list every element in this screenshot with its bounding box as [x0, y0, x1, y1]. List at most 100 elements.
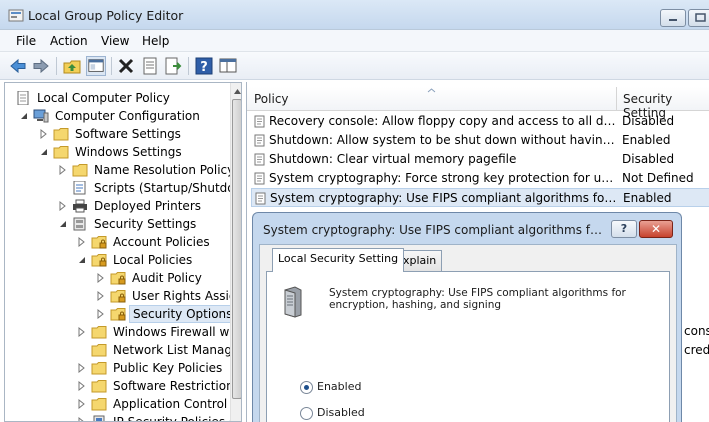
policy-row-selected[interactable]: System cryptography: Use FIPS compliant … — [251, 188, 709, 207]
menu-file[interactable]: File — [16, 34, 36, 48]
column-divider[interactable] — [616, 87, 617, 111]
properties-dialog: System cryptography: Use FIPS compliant … — [252, 212, 682, 422]
truncated-row-text: crede — [684, 343, 709, 357]
menu-help[interactable]: Help — [142, 34, 169, 48]
tree-label: User Rights Assign — [132, 289, 242, 303]
window-title: Local Group Policy Editor — [28, 8, 184, 23]
policy-row[interactable]: System cryptography: Force strong key pr… — [251, 169, 709, 188]
forward-arrow-icon[interactable] — [31, 56, 51, 76]
collapsed-arrow-icon — [78, 417, 84, 421]
policy-name: Shutdown: Allow system to be shut down w… — [269, 133, 617, 147]
toolbar: ? — [0, 52, 709, 80]
tree-label: Name Resolution Policy — [94, 163, 235, 177]
policy-row[interactable]: Shutdown: Allow system to be shut down w… — [251, 131, 709, 150]
collapsed-arrow-icon — [97, 309, 104, 319]
show-hide-console-tree-icon[interactable] — [86, 56, 106, 76]
policy-setting: Enabled — [622, 133, 671, 147]
tree-label: Security Settings — [94, 217, 197, 231]
truncated-row-text: cons — [684, 324, 709, 338]
collapsed-arrow-icon — [97, 273, 104, 283]
policy-document-icon — [17, 91, 29, 105]
scroll-up-arrow-icon[interactable] — [233, 87, 242, 95]
tree-label: Scripts (Startup/Shutdow — [94, 181, 242, 195]
main-window: Local Group Policy Editor File Action Vi… — [0, 0, 709, 422]
policy-setting-icon — [254, 172, 265, 185]
help-icon[interactable]: ? — [194, 56, 214, 76]
computer-icon — [33, 109, 49, 123]
folder-icon — [72, 164, 88, 177]
up-folder-icon[interactable] — [62, 56, 82, 76]
tree-label: Software Restriction P — [113, 379, 242, 393]
menu-view[interactable]: View — [101, 34, 129, 48]
export-list-icon[interactable] — [163, 56, 183, 76]
collapsed-arrow-icon — [78, 399, 85, 409]
collapsed-arrow-icon — [40, 129, 47, 139]
server-icon — [284, 286, 302, 318]
menu-action[interactable]: Action — [50, 34, 88, 48]
locked-folder-icon — [110, 290, 126, 303]
policy-setting-icon — [254, 134, 265, 147]
policy-setting-icon — [255, 192, 266, 205]
folder-icon — [53, 128, 69, 141]
scripts-icon — [73, 181, 86, 195]
expanded-arrow-icon — [79, 257, 85, 263]
policy-name: Shutdown: Clear virtual memory pagefile — [269, 152, 517, 166]
tree-scrollbar[interactable] — [230, 83, 242, 421]
minimize-icon — [669, 19, 677, 21]
console-tree: Local Computer Policy Computer Configura… — [4, 82, 242, 422]
column-policy[interactable]: Policy — [254, 92, 289, 106]
folder-icon — [91, 326, 107, 339]
toolbar-separator — [111, 57, 112, 75]
radio-disabled[interactable] — [300, 407, 313, 420]
dialog-close-button[interactable]: ✕ — [639, 220, 673, 238]
radio-enabled-label[interactable]: Enabled — [317, 380, 361, 393]
sort-ascending-icon — [427, 88, 436, 93]
dialog-help-button[interactable]: ? — [611, 220, 637, 238]
policy-name: System cryptography: Force strong key pr… — [269, 171, 617, 185]
toolbar-separator — [56, 57, 57, 75]
radio-enabled[interactable] — [300, 381, 313, 394]
properties-icon[interactable] — [140, 56, 160, 76]
policy-row[interactable]: Recovery console: Allow floppy copy and … — [251, 112, 709, 131]
scroll-thumb[interactable] — [232, 99, 241, 399]
policy-name: Recovery console: Allow floppy copy and … — [269, 114, 617, 128]
folder-icon — [53, 146, 69, 159]
policy-setting: Disabled — [622, 114, 675, 128]
toolbar-separator — [188, 57, 189, 75]
tree-label: Application Control P — [113, 397, 239, 411]
menu-bar: File Action View Help — [0, 30, 709, 52]
maximize-button[interactable] — [688, 9, 709, 27]
delete-icon[interactable] — [116, 56, 136, 76]
policy-setting: Not Defined — [622, 171, 694, 185]
tree-label: Software Settings — [75, 127, 181, 141]
tree-label: Local Computer Policy — [37, 91, 170, 105]
minimize-button[interactable] — [660, 9, 686, 27]
policy-row[interactable]: Shutdown: Clear virtual memory pagefile … — [251, 150, 709, 169]
folder-icon — [91, 398, 107, 411]
radio-disabled-label[interactable]: Disabled — [317, 406, 365, 419]
collapsed-arrow-icon — [97, 291, 104, 301]
policy-setting-icon — [254, 115, 265, 128]
description-line: System cryptography: Use FIPS compliant … — [329, 287, 626, 299]
tree-label: Audit Policy — [132, 271, 202, 285]
folder-icon — [91, 362, 107, 375]
collapsed-arrow-icon — [59, 201, 66, 211]
collapsed-arrow-icon — [78, 327, 85, 337]
collapsed-arrow-icon — [78, 363, 85, 373]
locked-folder-icon — [91, 254, 107, 267]
tree-label: Network List Manage — [113, 343, 240, 357]
back-arrow-icon[interactable] — [8, 56, 28, 76]
title-bar[interactable]: Local Group Policy Editor — [0, 0, 709, 30]
group-policy-editor-icon — [8, 9, 24, 22]
dialog-title: System cryptography: Use FIPS compliant … — [263, 223, 603, 237]
tree-label: Deployed Printers — [94, 199, 202, 213]
policy-description: System cryptography: Use FIPS compliant … — [329, 287, 649, 311]
description-line: encryption, hashing, and signing — [329, 299, 502, 311]
locked-folder-icon — [110, 272, 126, 285]
locked-folder-icon — [91, 236, 107, 249]
tree-node-security-options[interactable]: Security Options — [96, 305, 237, 323]
collapsed-arrow-icon — [59, 165, 66, 175]
extended-view-icon[interactable] — [218, 56, 238, 76]
tab-local-security-setting[interactable]: Local Security Setting — [272, 248, 405, 272]
tree-label: Security Options — [129, 305, 237, 323]
